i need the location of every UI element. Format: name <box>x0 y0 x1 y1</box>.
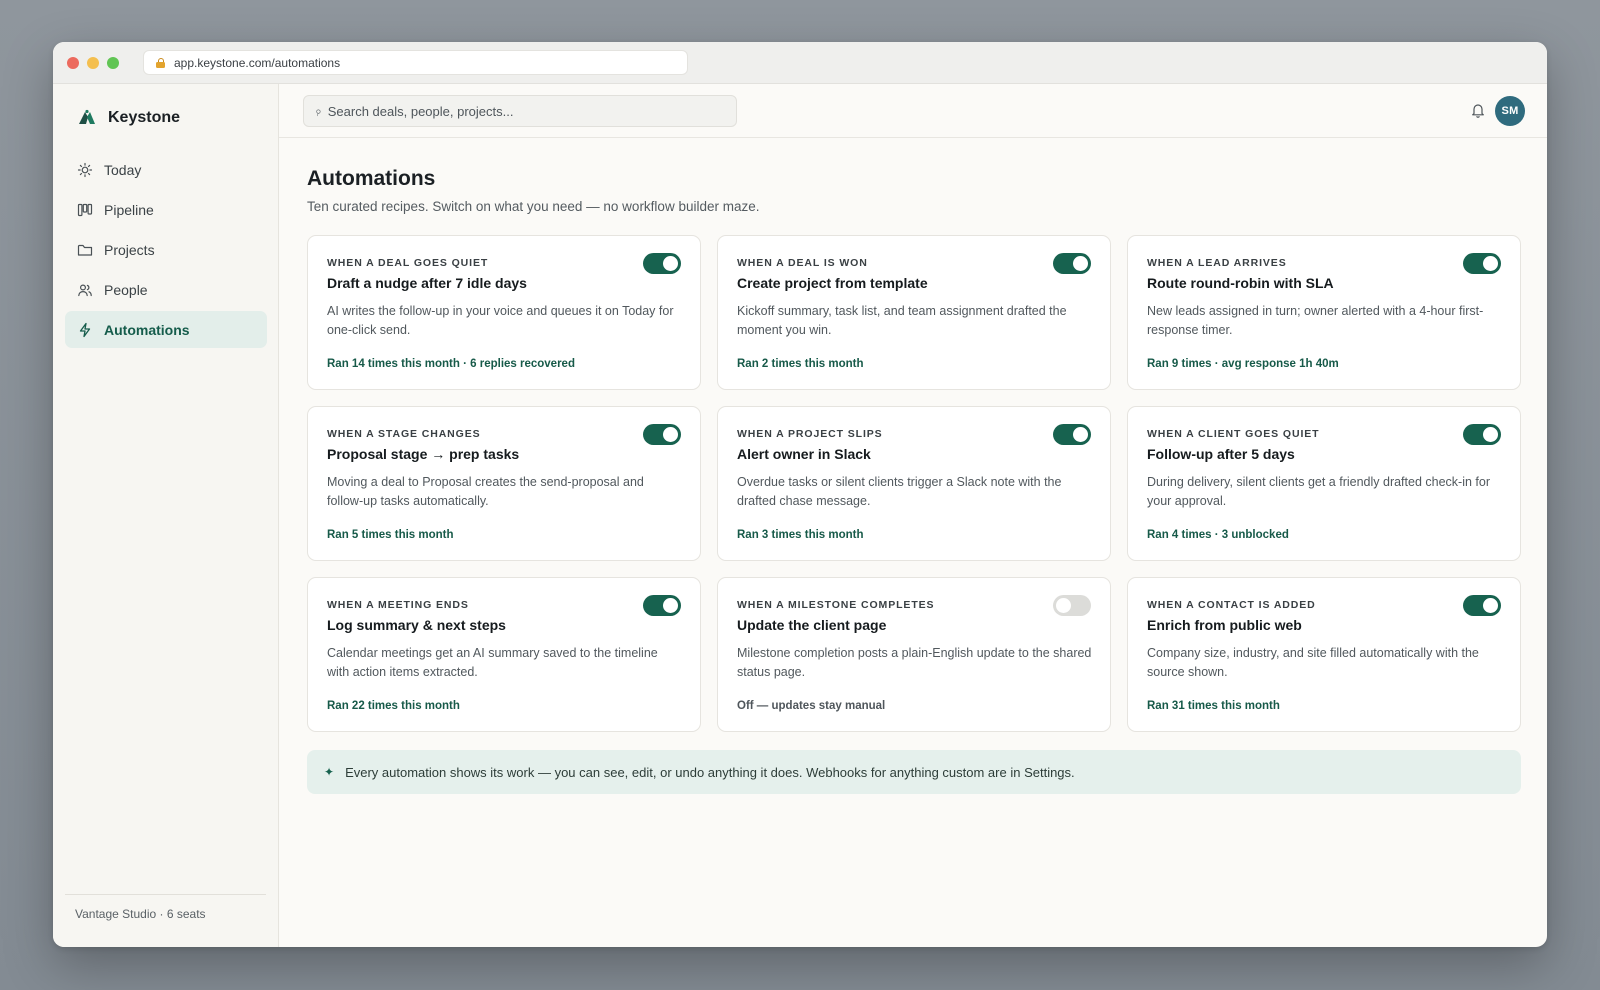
browser-window: app.keystone.com/automations Keystone To… <box>53 42 1547 947</box>
search-box[interactable]: ⌕ <box>303 95 737 127</box>
automation-description: Moving a deal to Proposal creates the se… <box>327 475 644 508</box>
automation-description: New leads assigned in turn; owner alerte… <box>1147 304 1484 337</box>
sidebar-item-label: Today <box>104 161 142 178</box>
automation-description: AI writes the follow-up in your voice an… <box>327 304 674 337</box>
automation-toggle[interactable] <box>1053 424 1091 445</box>
lock-icon <box>156 57 165 68</box>
automation-trigger: WHEN A DEAL IS WON <box>737 257 868 269</box>
automation-title: Proposal stage → prep tasks <box>327 446 520 462</box>
automation-description: Kickoff summary, task list, and team ass… <box>737 304 1067 337</box>
sidebar-item-today[interactable]: Today <box>65 151 267 188</box>
close-window-button[interactable] <box>67 57 79 69</box>
info-banner-text: Every automation shows its work — you ca… <box>345 764 1075 780</box>
automation-card: WHEN A LEAD ARRIVES Route round-robin wi… <box>1127 235 1521 390</box>
automation-title: Route round-robin with SLA <box>1147 275 1334 291</box>
bolt-icon <box>77 322 93 338</box>
automation-description: Milestone completion posts a plain-Engli… <box>737 646 1092 679</box>
info-banner: ✦ Every automation shows its work — you … <box>307 750 1521 794</box>
automation-stat: Ran 22 times this month <box>327 700 460 712</box>
folder-icon <box>77 242 93 258</box>
automation-stat: Ran 3 times this month <box>737 529 864 541</box>
automations-grid: WHEN A DEAL GOES QUIET Draft a nudge aft… <box>307 235 1521 732</box>
page-subtitle: Ten curated recipes. Switch on what you … <box>307 199 760 214</box>
sidebar: Keystone Today Pipeline Projects People … <box>53 84 279 947</box>
search-icon: ⌕ <box>311 102 325 119</box>
automation-title: Follow-up after 5 days <box>1147 446 1295 462</box>
sidebar-item-people[interactable]: People <box>65 271 267 308</box>
automation-toggle[interactable] <box>643 253 681 274</box>
sidebar-item-label: People <box>104 281 148 298</box>
automation-toggle[interactable] <box>1463 424 1501 445</box>
automation-description: Company size, industry, and site filled … <box>1147 646 1479 679</box>
sidebar-item-automations[interactable]: Automations <box>65 311 267 348</box>
maximize-window-button[interactable] <box>107 57 119 69</box>
automation-stat: Ran 14 times this month · 6 replies reco… <box>327 358 575 370</box>
automation-trigger: WHEN A CLIENT GOES QUIET <box>1147 428 1320 440</box>
automation-trigger: WHEN A MEETING ENDS <box>327 599 469 611</box>
url-text: app.keystone.com/automations <box>174 55 341 70</box>
automation-trigger: WHEN A MILESTONE COMPLETES <box>737 599 935 611</box>
main-content: Automations Ten curated recipes. Switch … <box>307 138 1521 794</box>
sidebar-item-pipeline[interactable]: Pipeline <box>65 191 267 228</box>
user-avatar[interactable]: SM <box>1495 96 1525 126</box>
automation-trigger: WHEN A STAGE CHANGES <box>327 428 481 440</box>
automation-toggle[interactable] <box>1463 595 1501 616</box>
automation-trigger: WHEN A PROJECT SLIPS <box>737 428 883 440</box>
automation-toggle[interactable] <box>1053 595 1091 616</box>
automation-stat: Ran 2 times this month <box>737 358 864 370</box>
brand-name: Keystone <box>108 109 181 126</box>
automation-card: WHEN A DEAL IS WON Create project from t… <box>717 235 1111 390</box>
automation-title: Create project from template <box>737 275 928 291</box>
automation-toggle[interactable] <box>1463 253 1501 274</box>
sidebar-item-label: Projects <box>104 241 155 258</box>
kanban-icon <box>77 202 93 218</box>
brand[interactable]: Keystone <box>77 108 180 128</box>
automation-title: Log summary & next steps <box>327 617 506 633</box>
automation-trigger: WHEN A LEAD ARRIVES <box>1147 257 1287 269</box>
automation-description: Calendar meetings get an AI summary save… <box>327 646 658 679</box>
topbar: ⌕ SM <box>279 84 1547 138</box>
people-icon <box>77 282 93 298</box>
automation-stat: Ran 5 times this month <box>327 529 454 541</box>
browser-titlebar: app.keystone.com/automations <box>53 42 1547 84</box>
automation-toggle[interactable] <box>643 424 681 445</box>
sidebar-item-label: Automations <box>104 321 190 338</box>
sparkle-icon: ✦ <box>324 765 335 779</box>
sidebar-item-projects[interactable]: Projects <box>65 231 267 268</box>
automation-description: During delivery, silent clients get a fr… <box>1147 475 1490 508</box>
automation-title: Draft a nudge after 7 idle days <box>327 275 527 291</box>
sidebar-item-label: Pipeline <box>104 201 154 218</box>
automation-card: WHEN A MEETING ENDS Log summary & next s… <box>307 577 701 732</box>
automation-description: Overdue tasks or silent clients trigger … <box>737 475 1062 508</box>
address-bar[interactable]: app.keystone.com/automations <box>143 50 688 75</box>
minimize-window-button[interactable] <box>87 57 99 69</box>
avatar-initials: SM <box>1501 105 1519 117</box>
automation-toggle[interactable] <box>643 595 681 616</box>
automation-toggle[interactable] <box>1053 253 1091 274</box>
sun-icon <box>77 162 93 178</box>
notifications-bell-icon[interactable] <box>1471 102 1485 118</box>
workspace-label: Vantage Studio · 6 seats <box>75 907 206 921</box>
automation-title: Alert owner in Slack <box>737 446 871 462</box>
automation-trigger: WHEN A DEAL GOES QUIET <box>327 257 489 269</box>
page-title: Automations <box>307 167 436 190</box>
automation-title: Update the client page <box>737 617 887 633</box>
workspace-info[interactable]: Vantage Studio · 6 seats <box>65 894 266 921</box>
automation-stat: Ran 9 times · avg response 1h 40m <box>1147 358 1339 370</box>
automation-stat: Ran 31 times this month <box>1147 700 1280 712</box>
automation-card: WHEN A CONTACT IS ADDED Enrich from publ… <box>1127 577 1521 732</box>
automation-card: WHEN A MILESTONE COMPLETES Update the cl… <box>717 577 1111 732</box>
automation-card: WHEN A CLIENT GOES QUIET Follow-up after… <box>1127 406 1521 561</box>
automation-title: Enrich from public web <box>1147 617 1302 633</box>
automation-stat: Off — updates stay manual <box>737 700 886 712</box>
automation-card: WHEN A DEAL GOES QUIET Draft a nudge aft… <box>307 235 701 390</box>
automation-trigger: WHEN A CONTACT IS ADDED <box>1147 599 1316 611</box>
automation-stat: Ran 4 times · 3 unblocked <box>1147 529 1289 541</box>
search-input[interactable] <box>327 103 718 119</box>
keystone-logo-icon <box>79 109 95 124</box>
automation-card: WHEN A PROJECT SLIPS Alert owner in Slac… <box>717 406 1111 561</box>
sidebar-nav: Today Pipeline Projects People Automatio… <box>65 151 267 351</box>
automation-card: WHEN A STAGE CHANGES Proposal stage → pr… <box>307 406 701 561</box>
